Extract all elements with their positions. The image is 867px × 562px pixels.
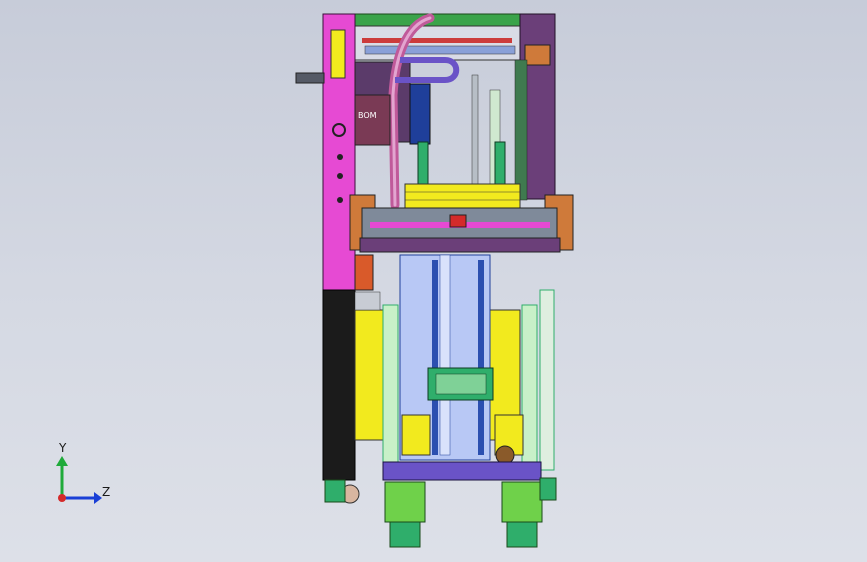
yellow-stack-plate <box>404 183 521 209</box>
panel-button-1 <box>337 154 343 160</box>
drive-pulley <box>495 445 515 465</box>
bom-label: BOM <box>358 111 377 120</box>
column-rail-left <box>432 260 438 455</box>
right-inner-channel <box>514 59 528 201</box>
top-rail-red <box>362 38 512 43</box>
lift-carriage-plate <box>435 373 487 395</box>
triad-z-arrow <box>94 492 102 504</box>
foot-pad-right <box>506 521 538 548</box>
motor-module-left <box>401 414 431 456</box>
orange-side-panel <box>354 254 374 291</box>
green-guide-post-left <box>382 304 399 466</box>
status-lamp-strip <box>330 29 346 79</box>
upper-guide-rod-1 <box>471 74 479 196</box>
triad-y-arrow <box>56 456 68 466</box>
column-rail-right <box>478 260 484 455</box>
right-connector-box <box>524 44 551 66</box>
triad-y-label: Y <box>59 441 67 455</box>
grey-side-bracket <box>354 291 381 311</box>
base-plate <box>382 461 542 481</box>
foot-left <box>384 481 426 523</box>
mid-crossbar-lower <box>359 237 561 253</box>
panel-button-2 <box>337 173 343 179</box>
red-clamp <box>449 214 467 228</box>
leveler-right <box>539 477 557 501</box>
bom-connector-block <box>354 94 391 146</box>
left-handle-bracket <box>295 72 325 84</box>
top-rail-blue <box>364 45 516 55</box>
green-guide-post-right <box>521 304 538 466</box>
panel-button-3 <box>337 197 343 203</box>
upper-blue-plate <box>409 83 431 145</box>
yellow-side-plate-left <box>354 309 386 441</box>
orientation-triad[interactable] <box>56 456 102 504</box>
triad-z-label: Z <box>102 485 111 499</box>
control-knob <box>332 123 346 137</box>
lift-lead-screw <box>439 254 451 456</box>
right-outer-rail <box>539 289 555 471</box>
cad-viewport[interactable]: BOM Y Z <box>0 0 867 562</box>
foot-right <box>501 481 543 523</box>
triad-x-axis-dot <box>58 494 66 502</box>
machine-assembly-model[interactable]: BOM <box>0 0 867 562</box>
foot-pad-left <box>389 521 421 548</box>
leveler-left <box>324 479 346 503</box>
black-base-housing <box>322 289 356 481</box>
